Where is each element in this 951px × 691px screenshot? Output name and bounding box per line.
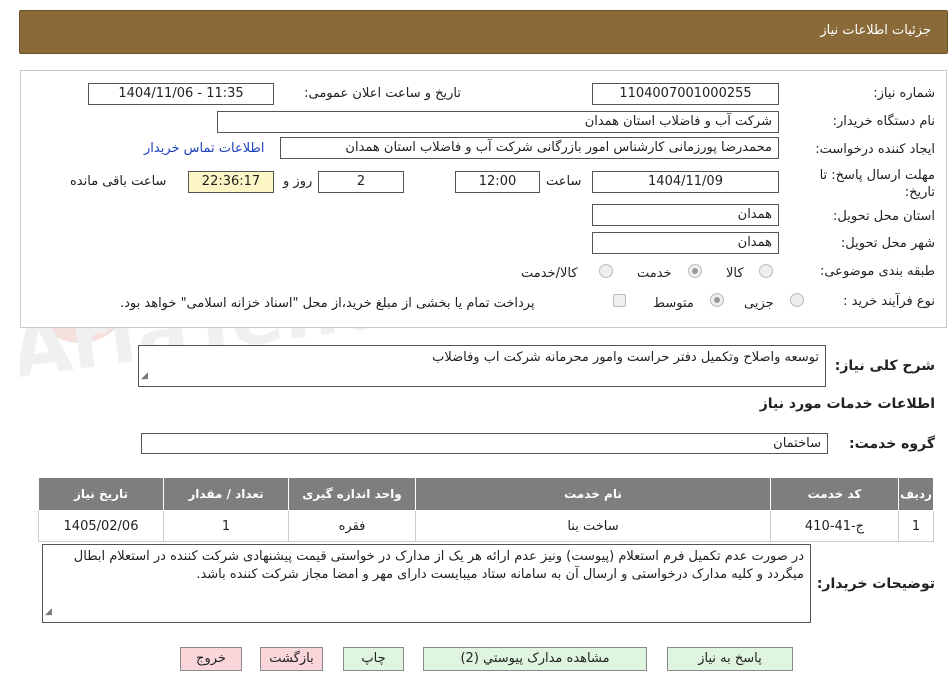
services-table: ردیف کد خدمت نام خدمت واحد اندازه گیری ت… [38, 477, 934, 542]
province-field: همدان [592, 204, 779, 226]
table-row: 1 ج-41-410 ساخت بنا فقره 1 1405/02/06 [38, 510, 934, 542]
col-service-name: نام خدمت [415, 477, 771, 511]
back-button[interactable]: بازگشت [260, 647, 323, 671]
description-text: توسعه واصلاح وتکمیل دفتر حراست وامور محر… [432, 350, 819, 365]
deadline-date-field: 1404/11/09 [592, 171, 779, 193]
category-radio-goods-service[interactable] [599, 264, 613, 278]
deadline-label-date: تاریخ: [904, 185, 935, 200]
announce-datetime-field: 1404/11/06 - 11:35 [88, 83, 274, 105]
info-panel [20, 70, 947, 328]
category-option-goods-service: کالا/خدمت [521, 266, 578, 281]
cell-service-name: ساخت بنا [415, 510, 771, 542]
services-section-title: اطلاعات خدمات مورد نیاز [759, 396, 935, 412]
cell-need-date: 1405/02/06 [38, 510, 164, 542]
page-header: جزئیات اطلاعات نیاز [19, 10, 948, 54]
description-label: شرح کلی نیاز: [834, 358, 935, 374]
requester-label: ایجاد کننده درخواست: [815, 142, 935, 157]
description-textarea[interactable]: توسعه واصلاح وتکمیل دفتر حراست وامور محر… [138, 345, 826, 387]
process-radio-minor[interactable] [790, 293, 804, 307]
need-number-field: 1104007001000255 [592, 83, 779, 105]
deadline-time-field: 12:00 [455, 171, 540, 193]
exit-button[interactable]: خروج [180, 647, 242, 671]
col-service-code: کد خدمت [770, 477, 899, 511]
deadline-label: مهلت ارسال پاسخ: تا [819, 168, 935, 183]
treasury-checkbox[interactable] [613, 294, 626, 307]
cell-row-number: 1 [898, 510, 934, 542]
category-option-goods: کالا [726, 266, 744, 281]
province-label: استان محل تحویل: [833, 209, 935, 224]
process-radio-medium[interactable] [710, 293, 724, 307]
buyer-notes-label: توضیحات خریدار: [816, 576, 935, 592]
col-row-number: ردیف [898, 477, 934, 511]
col-need-date: تاریخ نیاز [38, 477, 164, 511]
category-radio-goods[interactable] [759, 264, 773, 278]
process-label: نوع فرآیند خرید : [843, 294, 935, 309]
remaining-time-field: 22:36:17 [188, 171, 274, 193]
cell-unit: فقره [288, 510, 416, 542]
resize-handle-icon: ◢ [45, 607, 52, 617]
announce-label: تاریخ و ساعت اعلان عمومی: [304, 86, 461, 101]
buyer-org-label: نام دستگاه خریدار: [832, 114, 935, 129]
buyer-notes-text: در صورت عدم تکمیل فرم استعلام (پیوست) ون… [73, 549, 804, 582]
service-group-field: ساختمان [141, 433, 828, 454]
remaining-label: ساعت باقی مانده [70, 174, 167, 189]
resize-handle-icon: ◢ [141, 371, 148, 381]
treasury-note: پرداخت تمام یا بخشی از مبلغ خرید،از محل … [120, 296, 535, 311]
city-label: شهر محل تحویل: [840, 236, 935, 251]
buyer-notes-textarea[interactable]: در صورت عدم تکمیل فرم استعلام (پیوست) ون… [42, 544, 811, 623]
cell-quantity: 1 [163, 510, 289, 542]
process-option-minor: جزیی [744, 296, 774, 311]
category-label: طبقه بندی موضوعی: [819, 264, 935, 279]
days-label: روز و [283, 174, 313, 189]
time-label: ساعت [546, 174, 582, 189]
col-unit: واحد اندازه گیری [288, 477, 416, 511]
process-option-medium: متوسط [653, 296, 694, 311]
buyer-org-field: شرکت آب و فاضلاب استان همدان [217, 111, 779, 133]
category-option-service: خدمت [637, 266, 672, 281]
need-number-label: شماره نیاز: [873, 86, 935, 101]
category-radio-service[interactable] [688, 264, 702, 278]
page-title: جزئیات اطلاعات نیاز [820, 23, 931, 38]
print-button[interactable]: چاپ [343, 647, 404, 671]
cell-service-code: ج-41-410 [770, 510, 899, 542]
reply-button[interactable]: پاسخ به نیاز [667, 647, 793, 671]
city-field: همدان [592, 232, 779, 254]
table-header-row: ردیف کد خدمت نام خدمت واحد اندازه گیری ت… [38, 477, 934, 511]
requester-field: محمدرضا پورزمانی کارشناس امور بازرگانی ش… [280, 137, 779, 159]
view-attachments-button[interactable]: مشاهده مدارک پیوستي (2) [423, 647, 647, 671]
buyer-contact-link[interactable]: اطلاعات تماس خریدار [144, 141, 264, 156]
service-group-label: گروه خدمت: [849, 436, 935, 452]
col-quantity: تعداد / مقدار [163, 477, 289, 511]
days-field: 2 [318, 171, 404, 193]
